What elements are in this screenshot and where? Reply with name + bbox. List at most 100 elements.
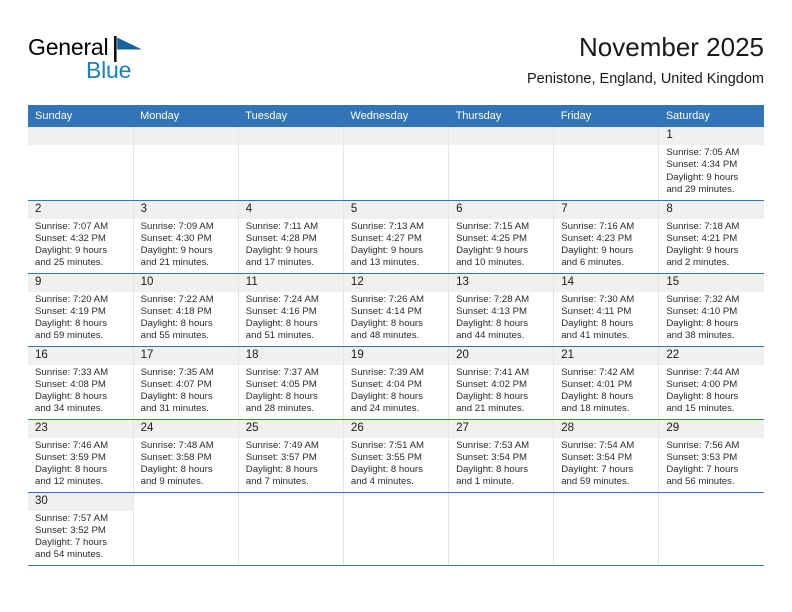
sunrise-text: Sunrise: 7:46 AM xyxy=(35,439,109,451)
daylight-text-line2: and 59 minutes. xyxy=(561,476,630,488)
daylight-text-line2: and 29 minutes. xyxy=(666,183,735,195)
day-number: 6 xyxy=(449,200,554,219)
day-details: Sunrise: 7:18 AM Sunset: 4:21 PM Daylight:… xyxy=(659,219,764,270)
calendar-day-5[interactable]: 5 Sunrise: 7:13 AM Sunset: 4:27 PM Daylight… xyxy=(343,200,449,273)
calendar-cell xyxy=(238,492,344,566)
weekday-header-friday: Friday xyxy=(553,105,659,127)
calendar-day-28[interactable]: 28 Sunrise: 7:54 AM Sunset: 3:54 PM Dayligh… xyxy=(554,419,659,492)
calendar-cell: 16 Sunrise: 7:33 AM Sunset: 4:08 PM Dayligh… xyxy=(28,346,134,420)
day-details: Sunrise: 7:09 AM Sunset: 4:30 PM Daylight:… xyxy=(134,219,238,270)
day-details: Sunrise: 7:28 AM Sunset: 4:13 PM Daylight:… xyxy=(449,292,553,343)
calendar-day-9[interactable]: 9 Sunrise: 7:20 AM Sunset: 4:19 PM Daylight… xyxy=(28,273,133,346)
day-details: Sunrise: 7:20 AM Sunset: 4:19 PM Daylight:… xyxy=(28,292,133,343)
page-header: General Blue November 2025 Penistone, En… xyxy=(28,30,764,100)
calendar-day-8[interactable]: 8 Sunrise: 7:18 AM Sunset: 4:21 PM Daylight… xyxy=(659,200,764,273)
calendar-day-19[interactable]: 19 Sunrise: 7:39 AM Sunset: 4:04 PM Dayligh… xyxy=(343,346,449,419)
calendar-cell: 29 Sunrise: 7:56 AM Sunset: 3:53 PM Dayligh… xyxy=(658,419,764,493)
calendar-cell xyxy=(238,127,344,201)
day-number: 25 xyxy=(238,419,343,438)
calendar-day-27[interactable]: 27 Sunrise: 7:53 AM Sunset: 3:54 PM Dayligh… xyxy=(449,419,554,492)
daylight-text-line2: and 21 minutes. xyxy=(140,257,209,269)
calendar-cell xyxy=(28,127,134,201)
sunset-text: Sunset: 4:32 PM xyxy=(35,232,106,244)
calendar-day-22[interactable]: 22 Sunrise: 7:44 AM Sunset: 4:00 PM Dayligh… xyxy=(659,346,764,419)
weekday-header-saturday: Saturday xyxy=(658,105,764,127)
calendar-day-18[interactable]: 18 Sunrise: 7:37 AM Sunset: 4:05 PM Dayligh… xyxy=(238,346,343,419)
calendar-day-7[interactable]: 7 Sunrise: 7:16 AM Sunset: 4:23 PM Daylight… xyxy=(554,200,659,273)
calendar-day-26[interactable]: 26 Sunrise: 7:51 AM Sunset: 3:55 PM Dayligh… xyxy=(343,419,449,492)
calendar-cell: 8 Sunrise: 7:18 AM Sunset: 4:21 PM Daylight… xyxy=(658,200,764,274)
calendar-cell: 2 Sunrise: 7:07 AM Sunset: 4:32 PM Daylight… xyxy=(28,200,134,274)
calendar-day-3[interactable]: 3 Sunrise: 7:09 AM Sunset: 4:30 PM Daylight… xyxy=(133,200,238,273)
day-number: 4 xyxy=(238,200,343,219)
sunset-text: Sunset: 4:05 PM xyxy=(245,378,317,390)
sunrise-text: Sunrise: 7:33 AM xyxy=(35,366,109,378)
calendar-day-2[interactable]: 2 Sunrise: 7:07 AM Sunset: 4:32 PM Daylight… xyxy=(28,200,133,273)
calendar-cell xyxy=(553,492,660,566)
calendar-day-21[interactable]: 21 Sunrise: 7:42 AM Sunset: 4:01 PM Dayligh… xyxy=(554,346,659,419)
calendar-cell xyxy=(343,127,450,201)
calendar-day-16[interactable]: 16 Sunrise: 7:33 AM Sunset: 4:08 PM Dayligh… xyxy=(28,346,133,419)
calendar-cell: 28 Sunrise: 7:54 AM Sunset: 3:54 PM Dayligh… xyxy=(553,419,660,493)
calendar-day-4[interactable]: 4 Sunrise: 7:11 AM Sunset: 4:28 PM Daylight… xyxy=(238,200,343,273)
daylight-text-line2: and 6 minutes. xyxy=(561,257,625,269)
day-details: Sunrise: 7:07 AM Sunset: 4:32 PM Daylight:… xyxy=(28,219,133,270)
calendar-cell: 11 Sunrise: 7:24 AM Sunset: 4:16 PM Dayligh… xyxy=(238,273,344,347)
calendar-day-13[interactable]: 13 Sunrise: 7:28 AM Sunset: 4:13 PM Dayligh… xyxy=(449,273,554,346)
day-number: 19 xyxy=(343,346,449,365)
calendar-day-23[interactable]: 23 Sunrise: 7:46 AM Sunset: 3:59 PM Dayligh… xyxy=(28,419,133,492)
calendar-cell: 19 Sunrise: 7:39 AM Sunset: 4:04 PM Dayligh… xyxy=(343,346,450,420)
calendar-week-row: 30 Sunrise: 7:57 AM Sunset: 3:52 PM Dayligh… xyxy=(28,492,764,566)
day-number: 26 xyxy=(343,419,449,438)
day-number: 20 xyxy=(449,346,554,365)
calendar-day-25[interactable]: 25 Sunrise: 7:49 AM Sunset: 3:57 PM Dayligh… xyxy=(238,419,343,492)
calendar-day-10[interactable]: 10 Sunrise: 7:22 AM Sunset: 4:18 PM Dayligh… xyxy=(133,273,238,346)
sunset-text: Sunset: 4:25 PM xyxy=(456,232,527,244)
calendar-day-1[interactable]: 1 Sunrise: 7:05 AM Sunset: 4:34 PM Daylight… xyxy=(659,127,764,200)
day-details: Sunrise: 7:13 AM Sunset: 4:27 PM Daylight:… xyxy=(344,219,448,270)
daylight-text-line1: Daylight: 8 hours xyxy=(456,318,529,330)
calendar-cell-empty xyxy=(449,127,554,200)
calendar-cell: 10 Sunrise: 7:22 AM Sunset: 4:18 PM Dayligh… xyxy=(133,273,239,347)
calendar-day-24[interactable]: 24 Sunrise: 7:48 AM Sunset: 3:58 PM Dayligh… xyxy=(133,419,238,492)
calendar-cell: 18 Sunrise: 7:37 AM Sunset: 4:05 PM Dayligh… xyxy=(238,346,344,420)
sunrise-text: Sunrise: 7:37 AM xyxy=(245,366,319,378)
day-number: 15 xyxy=(659,273,764,292)
calendar-day-11[interactable]: 11 Sunrise: 7:24 AM Sunset: 4:16 PM Dayligh… xyxy=(238,273,343,346)
day-details: Sunrise: 7:37 AM Sunset: 4:05 PM Daylight:… xyxy=(239,365,343,416)
calendar-day-15[interactable]: 15 Sunrise: 7:32 AM Sunset: 4:10 PM Dayligh… xyxy=(659,273,764,346)
day-number: 18 xyxy=(238,346,343,365)
daylight-text-line2: and 9 minutes. xyxy=(140,476,204,488)
sunset-text: Sunset: 4:23 PM xyxy=(561,232,633,244)
sunrise-text: Sunrise: 7:26 AM xyxy=(350,293,424,305)
calendar-cell-empty xyxy=(343,127,449,200)
calendar-cell: 27 Sunrise: 7:53 AM Sunset: 3:54 PM Dayligh… xyxy=(448,419,555,493)
calendar-day-6[interactable]: 6 Sunrise: 7:15 AM Sunset: 4:25 PM Daylight… xyxy=(449,200,554,273)
calendar-day-20[interactable]: 20 Sunrise: 7:41 AM Sunset: 4:02 PM Dayligh… xyxy=(449,346,554,419)
calendar-page: General Blue November 2025 Penistone, En… xyxy=(0,0,792,612)
calendar-day-30[interactable]: 30 Sunrise: 7:57 AM Sunset: 3:52 PM Dayligh… xyxy=(28,492,133,565)
calendar-day-14[interactable]: 14 Sunrise: 7:30 AM Sunset: 4:11 PM Dayligh… xyxy=(554,273,659,346)
calendar-day-29[interactable]: 29 Sunrise: 7:56 AM Sunset: 3:53 PM Dayligh… xyxy=(659,419,764,492)
day-number: 1 xyxy=(659,127,764,145)
sunset-text: Sunset: 4:10 PM xyxy=(666,305,738,317)
general-blue-logo: General Blue xyxy=(28,34,268,90)
calendar-day-12[interactable]: 12 Sunrise: 7:26 AM Sunset: 4:14 PM Dayligh… xyxy=(343,273,449,346)
sunset-text: Sunset: 3:57 PM xyxy=(245,451,317,463)
daylight-text-line1: Daylight: 9 hours xyxy=(561,245,634,257)
day-details: Sunrise: 7:30 AM Sunset: 4:11 PM Daylight:… xyxy=(554,292,658,343)
calendar-cell-blank xyxy=(554,493,658,565)
calendar-week-row: 23 Sunrise: 7:46 AM Sunset: 3:59 PM Dayligh… xyxy=(28,419,764,493)
calendar-cell-blank xyxy=(239,493,343,565)
daylight-text-line1: Daylight: 8 hours xyxy=(35,318,107,330)
sunset-text: Sunset: 4:27 PM xyxy=(350,232,422,244)
weekday-header-sunday: Sunday xyxy=(28,105,134,127)
calendar-body: 1 Sunrise: 7:05 AM Sunset: 4:34 PM Daylight… xyxy=(28,127,764,566)
calendar-day-17[interactable]: 17 Sunrise: 7:35 AM Sunset: 4:07 PM Dayligh… xyxy=(133,346,238,419)
day-details: Sunrise: 7:39 AM Sunset: 4:04 PM Daylight:… xyxy=(344,365,448,416)
daylight-text-line1: Daylight: 8 hours xyxy=(350,318,423,330)
daylight-text-line2: and 55 minutes. xyxy=(140,330,209,342)
daylight-text-line1: Daylight: 8 hours xyxy=(456,391,529,403)
day-details: Sunrise: 7:57 AM Sunset: 3:52 PM Daylight:… xyxy=(28,511,133,562)
daylight-text-line2: and 54 minutes. xyxy=(35,549,104,561)
